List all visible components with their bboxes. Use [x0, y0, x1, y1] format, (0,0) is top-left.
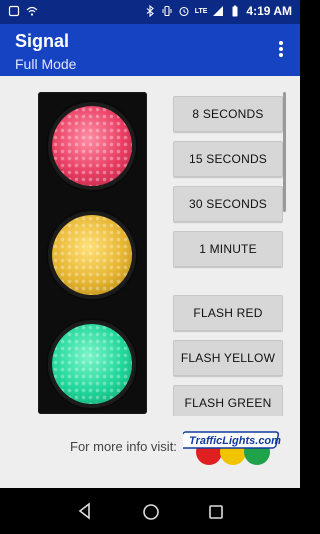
status-bar: LTE 4:19 AM — [0, 0, 300, 24]
scrollbar[interactable] — [283, 92, 286, 212]
home-icon[interactable] — [142, 503, 160, 521]
main-content: 8 SECONDS 15 SECONDS 30 SECONDS 1 MINUTE… — [0, 76, 300, 488]
app-subtitle: Full Mode — [15, 56, 77, 72]
1-minute-button[interactable]: 1 MINUTE — [173, 231, 283, 267]
overflow-menu-icon[interactable] — [276, 40, 286, 60]
30-seconds-button[interactable]: 30 SECONDS — [173, 186, 283, 222]
clock: 4:19 AM — [246, 4, 292, 18]
red-light — [52, 106, 132, 186]
app-bar: Signal Full Mode — [0, 24, 300, 76]
battery-icon — [232, 5, 238, 17]
alarm-icon — [179, 6, 189, 17]
info-text: For more info visit: — [70, 439, 177, 454]
bluetooth-icon — [146, 5, 154, 17]
notification-icon — [8, 5, 20, 17]
back-icon[interactable] — [76, 502, 94, 520]
status-right: LTE 4:19 AM — [144, 4, 292, 18]
button-list[interactable]: 8 SECONDS 15 SECONDS 30 SECONDS 1 MINUTE… — [173, 76, 283, 416]
flash-green-button[interactable]: FLASH GREEN — [173, 385, 283, 416]
yellow-light — [52, 215, 132, 295]
green-light — [52, 324, 132, 404]
15-seconds-button[interactable]: 15 SECONDS — [173, 141, 283, 177]
flash-yellow-button[interactable]: FLASH YELLOW — [173, 340, 283, 376]
app-title: Signal — [15, 31, 70, 51]
lte-signal-icon — [213, 6, 224, 16]
traffic-signal — [38, 92, 147, 414]
recents-icon[interactable] — [208, 504, 224, 520]
flash-red-button[interactable]: FLASH RED — [173, 295, 283, 331]
status-left — [8, 5, 38, 17]
vibrate-icon — [162, 5, 172, 17]
navigation-bar — [0, 488, 300, 534]
wifi-icon — [26, 6, 38, 16]
network-type: LTE — [194, 7, 208, 15]
8-seconds-button[interactable]: 8 SECONDS — [173, 96, 283, 132]
trafficlights-logo[interactable]: TrafficLights.com — [183, 422, 283, 468]
logo-text: TrafficLights.com — [189, 435, 281, 447]
